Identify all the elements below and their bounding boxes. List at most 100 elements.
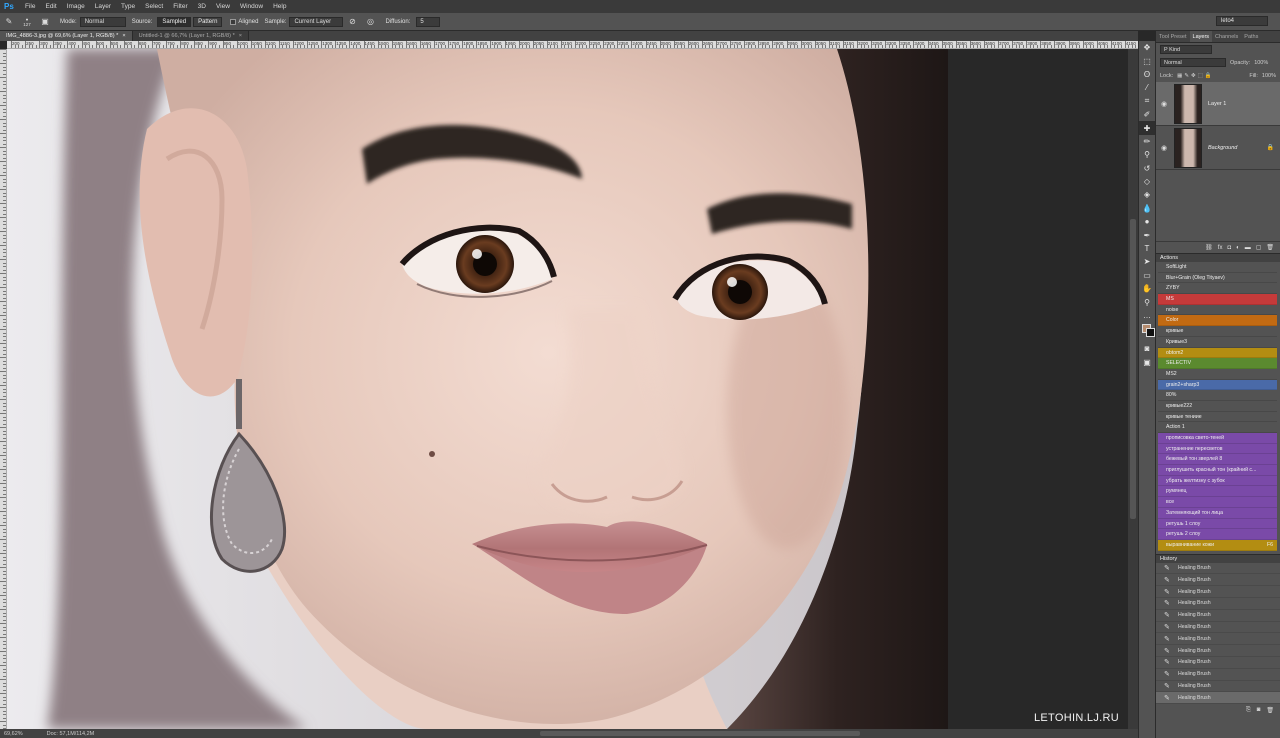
marquee-tool-icon[interactable]: ⬚ xyxy=(1139,54,1155,67)
action-item[interactable]: Кривые3 xyxy=(1158,337,1277,348)
rectangle-tool-icon[interactable]: ▭ xyxy=(1139,269,1155,282)
pressure-size-icon[interactable]: ◎ xyxy=(364,16,376,28)
link-icon[interactable]: ⛓ xyxy=(1205,244,1213,251)
vertical-ruler[interactable] xyxy=(0,49,7,729)
history-panel-header[interactable]: History xyxy=(1156,553,1280,563)
action-item[interactable]: 80% xyxy=(1158,390,1277,401)
action-item[interactable]: ретушь 1 cлоу xyxy=(1158,518,1277,530)
action-item[interactable]: кривые222 xyxy=(1158,401,1277,412)
crop-tool-icon[interactable]: ⌗ xyxy=(1139,95,1155,108)
brush-settings-icon[interactable]: ▣ xyxy=(39,16,51,28)
new-layer-icon[interactable]: ▢ xyxy=(1256,244,1262,251)
screen-mode-icon[interactable]: ▣ xyxy=(1139,356,1155,369)
diffusion-input[interactable]: 5 xyxy=(416,16,441,27)
menu-3d[interactable]: 3D xyxy=(193,0,211,13)
menu-layer[interactable]: Layer xyxy=(90,0,116,13)
action-item[interactable]: ZYBY xyxy=(1158,283,1277,295)
visibility-eye-icon[interactable]: ◉ xyxy=(1156,144,1172,152)
vertical-scrollbar[interactable] xyxy=(1128,49,1138,729)
action-item[interactable]: SoftLight xyxy=(1158,262,1277,273)
zoom-tool-icon[interactable]: ⚲ xyxy=(1139,295,1155,308)
menu-view[interactable]: View xyxy=(211,0,235,13)
history-item[interactable]: ✎ Healing Brush xyxy=(1156,574,1280,587)
history-item[interactable]: ✎ Healing Brush xyxy=(1156,645,1280,657)
type-tool-icon[interactable]: T xyxy=(1139,242,1155,255)
tab-img-4886[interactable]: IMG_4886-3.jpg @ 69,6% (Layer 1, RGB/8) … xyxy=(0,31,133,41)
action-item[interactable]: приглушить красный тон (крайний с... xyxy=(1158,465,1277,476)
snapshot-icon[interactable]: ⎘ xyxy=(1246,707,1251,714)
tab-untitled-1[interactable]: Untitled-1 @ 66,7% (Layer 1, RGB/8) * × xyxy=(132,31,250,41)
history-item[interactable]: ✎ Healing Brush xyxy=(1156,669,1280,681)
more-tools-icon[interactable]: … xyxy=(1139,309,1155,322)
visibility-eye-icon[interactable]: ◉ xyxy=(1156,100,1172,108)
action-item[interactable]: noise xyxy=(1158,305,1277,316)
action-item[interactable]: SELECTIV xyxy=(1158,358,1277,369)
action-item[interactable]: устранение пересветов xyxy=(1158,443,1277,455)
menu-help[interactable]: Help xyxy=(268,0,291,13)
source-sampled-button[interactable]: Sampled xyxy=(157,16,192,27)
dodge-tool-icon[interactable]: ● xyxy=(1139,215,1155,228)
aligned-checkbox[interactable] xyxy=(230,18,237,25)
mode-select[interactable]: Normal xyxy=(79,16,126,27)
portrait-photo[interactable] xyxy=(7,49,948,729)
action-item[interactable]: выравнивание кожи F6 xyxy=(1158,539,1277,551)
eyedropper-tool-icon[interactable]: ✐ xyxy=(1139,108,1155,121)
menu-type[interactable]: Type xyxy=(116,0,140,13)
trash-icon[interactable]: 🗑 xyxy=(1266,244,1274,251)
pen-tool-icon[interactable]: ✒ xyxy=(1139,228,1155,241)
mask-icon[interactable]: ◘ xyxy=(1227,245,1231,251)
document-canvas[interactable] xyxy=(7,49,1138,729)
action-item[interactable]: MS2 xyxy=(1158,369,1277,380)
action-item[interactable]: Затемняющий тон лица xyxy=(1158,507,1277,519)
action-item[interactable]: grain2+sharp3 xyxy=(1158,379,1277,391)
history-item[interactable]: ✎ Healing Brush xyxy=(1156,692,1280,705)
action-item[interactable]: ретушь 2 cлоу xyxy=(1158,529,1277,540)
action-item[interactable]: Blur+Grain (Oleg Tityaev) xyxy=(1158,273,1277,284)
history-brush-tool-icon[interactable]: ↺ xyxy=(1139,162,1155,175)
layer-row-background[interactable]: ◉ Background 🔒 xyxy=(1156,126,1280,170)
paint-bucket-tool-icon[interactable]: ◈ xyxy=(1139,188,1155,201)
action-item[interactable]: Action 1 xyxy=(1158,422,1277,433)
menu-select[interactable]: Select xyxy=(140,0,168,13)
menu-file[interactable]: File xyxy=(20,0,40,13)
quick-mask-icon[interactable]: ◙ xyxy=(1139,342,1155,355)
horizontal-ruler[interactable]: 200 250 300 350 400 450 500 550 600 650 700 750 800 8… xyxy=(7,41,1138,49)
healing-brush-tool-icon[interactable]: ✚ xyxy=(1139,121,1155,135)
action-item[interactable]: прописовка свето-теней xyxy=(1158,433,1277,444)
layer-row-layer-1[interactable]: ◉ Layer 1 xyxy=(1156,82,1280,126)
tab-channels[interactable]: Channels xyxy=(1212,31,1241,42)
action-item[interactable]: все xyxy=(1158,497,1277,508)
tab-tool-presets[interactable]: Tool Preset xyxy=(1156,31,1190,42)
scrollbar-thumb[interactable] xyxy=(1130,219,1136,519)
path-select-tool-icon[interactable]: ➤ xyxy=(1139,255,1155,268)
menu-image[interactable]: Image xyxy=(62,0,90,13)
history-item[interactable]: ✎ Healing Brush xyxy=(1156,633,1280,646)
history-item[interactable]: ✎ Healing Brush xyxy=(1156,610,1280,622)
blend-mode-select[interactable]: Normal xyxy=(1160,58,1226,67)
action-item[interactable]: кривые xyxy=(1158,326,1277,337)
action-item[interactable]: MS xyxy=(1158,294,1277,305)
action-item[interactable]: obtom2 xyxy=(1158,347,1277,359)
action-item[interactable]: бежевый тон зверлей 8 xyxy=(1158,454,1277,466)
horizontal-scrollbar[interactable] xyxy=(540,731,860,736)
lock-icons[interactable]: ▦✎✥⬚🔒 xyxy=(1177,73,1213,79)
action-item[interactable]: Color xyxy=(1158,315,1277,327)
brush-tool-icon[interactable]: ✏ xyxy=(1139,135,1155,148)
actions-panel-header[interactable]: Actions xyxy=(1156,253,1280,262)
history-item[interactable]: ✎ Healing Brush xyxy=(1156,563,1280,575)
close-icon[interactable]: × xyxy=(239,33,242,39)
camera-icon[interactable]: ◙ xyxy=(1257,707,1261,713)
menu-filter[interactable]: Filter xyxy=(168,0,192,13)
adjustment-icon[interactable]: ◐ xyxy=(1236,245,1240,251)
action-item[interactable]: убрать желтизну с зубок xyxy=(1158,475,1277,487)
fill-value[interactable]: 100% xyxy=(1262,73,1276,79)
layer-kind-filter[interactable]: P Kind xyxy=(1160,45,1212,54)
eraser-tool-icon[interactable]: ◇ xyxy=(1139,175,1155,188)
source-pattern-button[interactable]: Pattern xyxy=(193,16,223,27)
history-item[interactable]: ✎ Healing Brush xyxy=(1156,681,1280,693)
zoom-level[interactable]: 69,62% xyxy=(4,731,23,737)
history-item[interactable]: ✎ Healing Brush xyxy=(1156,657,1280,669)
clone-stamp-tool-icon[interactable]: ⚲ xyxy=(1139,148,1155,161)
fx-icon[interactable]: fx xyxy=(1218,245,1223,251)
quick-select-tool-icon[interactable]: ⁄ xyxy=(1139,81,1155,94)
